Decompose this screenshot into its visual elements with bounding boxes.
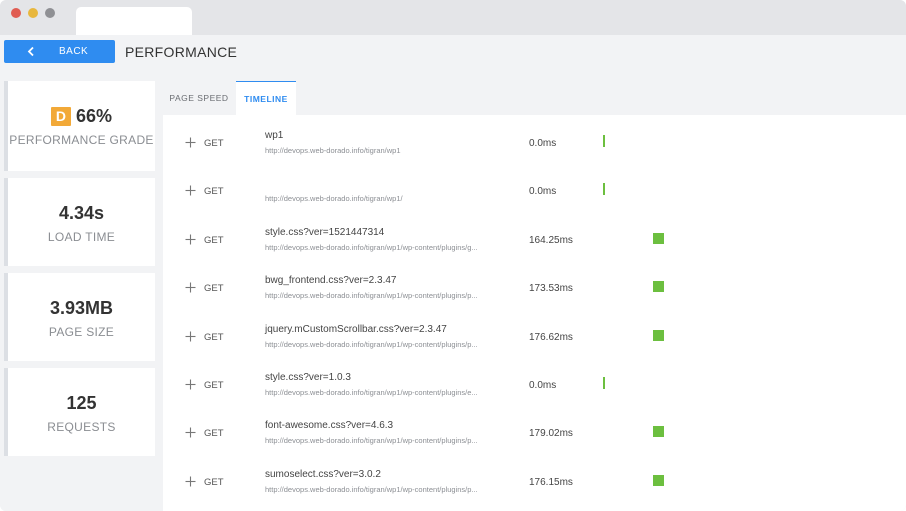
timeline-row[interactable]: GET style.css?ver=1521447314 http://devops… bbox=[163, 224, 906, 272]
load-time-value: 4.34s bbox=[58, 203, 105, 223]
page-title: PERFORMANCE bbox=[125, 44, 238, 60]
request-time: 176.15ms bbox=[529, 477, 573, 488]
performance-grade-card: D 66% PERFORMANCE GRADE bbox=[4, 81, 155, 171]
request-method: GET bbox=[204, 332, 224, 343]
request-name: style.css?ver=1.0.3 bbox=[265, 372, 351, 383]
plus-icon[interactable] bbox=[185, 427, 196, 438]
request-method: GET bbox=[204, 186, 224, 197]
load-time-card: 4.34s LOAD TIME bbox=[4, 178, 155, 266]
request-url: http://devops.web-dorado.info/tigran/wp1… bbox=[265, 436, 478, 445]
page-size-caption: PAGE SIZE bbox=[48, 325, 115, 339]
timing-bar bbox=[653, 281, 664, 292]
timing-bar bbox=[603, 377, 605, 389]
app-window: BACK PERFORMANCE D 66% PERFORMANCE GRADE… bbox=[0, 0, 906, 511]
grade-caption: PERFORMANCE GRADE bbox=[9, 133, 154, 147]
requests-card: 125 REQUESTS bbox=[4, 368, 155, 456]
timing-bar bbox=[653, 426, 664, 437]
timeline-row[interactable]: GET sumoselect.css?ver=3.0.2 http://devops… bbox=[163, 466, 906, 511]
request-method: GET bbox=[204, 380, 224, 391]
request-time: 176.62ms bbox=[529, 332, 573, 343]
back-button[interactable]: BACK bbox=[4, 40, 115, 63]
request-url: http://devops.web-dorado.info/tigran/wp1 bbox=[265, 146, 401, 155]
request-time: 0.0ms bbox=[529, 138, 557, 149]
request-name: jquery.mCustomScrollbar.css?ver=2.3.47 bbox=[265, 324, 447, 335]
grade-badge: D bbox=[50, 107, 71, 126]
timing-bar bbox=[603, 183, 605, 195]
request-name: style.css?ver=1521447314 bbox=[265, 227, 385, 238]
request-name: wp1 bbox=[265, 130, 284, 141]
plus-icon[interactable] bbox=[185, 185, 196, 196]
page-size-card: 3.93MB PAGE SIZE bbox=[4, 273, 155, 361]
load-time-caption: LOAD TIME bbox=[47, 230, 116, 244]
grade-value: 66% bbox=[75, 106, 113, 126]
timing-bar bbox=[603, 135, 605, 147]
plus-icon[interactable] bbox=[185, 234, 196, 245]
browser-tab[interactable] bbox=[76, 7, 192, 35]
page-content: BACK PERFORMANCE D 66% PERFORMANCE GRADE… bbox=[0, 35, 906, 511]
chevron-left-icon bbox=[27, 46, 34, 57]
request-time: 164.25ms bbox=[529, 235, 573, 246]
timing-bar bbox=[653, 475, 664, 486]
request-url: http://devops.web-dorado.info/tigran/wp1… bbox=[265, 291, 478, 300]
request-method: GET bbox=[204, 477, 224, 488]
requests-caption: REQUESTS bbox=[47, 420, 116, 434]
request-name: bwg_frontend.css?ver=2.3.47 bbox=[265, 275, 397, 286]
timeline-row[interactable]: GET http://devops.web-dorado.info/tigran/… bbox=[163, 175, 906, 223]
plus-icon[interactable] bbox=[185, 331, 196, 342]
tab-page-speed[interactable]: PAGE SPEED bbox=[163, 81, 235, 115]
maximize-window-button[interactable] bbox=[45, 8, 55, 18]
timeline-row[interactable]: GET jquery.mCustomScrollbar.css?ver=2.3.4… bbox=[163, 321, 906, 369]
minimize-window-button[interactable] bbox=[28, 8, 38, 18]
request-method: GET bbox=[204, 235, 224, 246]
request-url: http://devops.web-dorado.info/tigran/wp1… bbox=[265, 388, 478, 397]
plus-icon[interactable] bbox=[185, 282, 196, 293]
tab-bar: PAGE SPEED TIMELINE bbox=[163, 81, 906, 115]
plus-icon[interactable] bbox=[185, 137, 196, 148]
tab-timeline[interactable]: TIMELINE bbox=[236, 81, 296, 115]
timeline-row[interactable]: GET font-awesome.css?ver=4.6.3 http://devo… bbox=[163, 417, 906, 465]
request-url: http://devops.web-dorado.info/tigran/wp1… bbox=[265, 243, 478, 252]
request-method: GET bbox=[204, 283, 224, 294]
close-window-button[interactable] bbox=[11, 8, 21, 18]
requests-value: 125 bbox=[66, 393, 97, 413]
request-name: font-awesome.css?ver=4.6.3 bbox=[265, 420, 394, 431]
request-time: 173.53ms bbox=[529, 283, 573, 294]
plus-icon[interactable] bbox=[185, 476, 196, 487]
request-url: http://devops.web-dorado.info/tigran/wp1… bbox=[265, 485, 478, 494]
request-method: GET bbox=[204, 138, 224, 149]
timing-bar bbox=[653, 233, 664, 244]
back-button-label: BACK bbox=[59, 46, 89, 57]
request-time: 179.02ms bbox=[529, 428, 573, 439]
timeline-row[interactable]: GET style.css?ver=1.0.3 http://devops.web-… bbox=[163, 369, 906, 417]
plus-icon[interactable] bbox=[185, 379, 196, 390]
request-method: GET bbox=[204, 428, 224, 439]
timing-bar bbox=[653, 330, 664, 341]
page-size-value: 3.93MB bbox=[49, 298, 114, 318]
timeline-row[interactable]: GET wp1 http://devops.web-dorado.info/tigr… bbox=[163, 127, 906, 175]
timeline-row[interactable]: GET bwg_frontend.css?ver=2.3.47 http://dev… bbox=[163, 272, 906, 320]
browser-titlebar bbox=[0, 0, 906, 35]
request-url: http://devops.web-dorado.info/tigran/wp1… bbox=[265, 340, 478, 349]
request-time: 0.0ms bbox=[529, 380, 557, 391]
request-name: sumoselect.css?ver=3.0.2 bbox=[265, 469, 381, 480]
request-url: http://devops.web-dorado.info/tigran/wp1… bbox=[265, 194, 403, 203]
request-time: 0.0ms bbox=[529, 186, 557, 197]
